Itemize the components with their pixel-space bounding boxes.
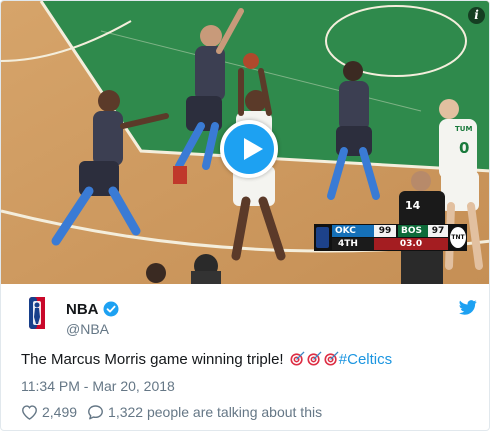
user-handle[interactable]: @NBA	[66, 320, 109, 338]
bullseye-emoji-icon	[324, 351, 339, 366]
hashtag-link[interactable]: #Celtics	[339, 351, 392, 368]
home-score: 97	[428, 225, 448, 237]
game-clock: 03.0	[374, 238, 448, 250]
tweet-text: The Marcus Morris game winning triple! #…	[21, 350, 392, 370]
play-icon	[244, 138, 263, 160]
period: 4TH	[332, 238, 374, 250]
referee-number: 14	[405, 199, 421, 212]
tweet-text-body: The Marcus Morris game winning triple!	[21, 351, 288, 368]
video-player[interactable]: i TUM 0 14 OKC 99 BOS 97 4TH 03.0 TNT	[1, 1, 489, 284]
tweet-card: i TUM 0 14 OKC 99 BOS 97 4TH 03.0 TNT NB…	[0, 0, 490, 431]
like-count: 2,499	[42, 404, 78, 420]
timestamp-link[interactable]: 11:34 PM - Mar 20, 2018	[21, 377, 175, 395]
talking-about-text: 1,322 people are talking about this	[108, 404, 323, 420]
conversation-link[interactable]: 1,322 people are talking about this	[87, 403, 322, 421]
away-team: OKC	[332, 225, 374, 237]
away-score: 99	[374, 225, 396, 237]
display-name[interactable]: NBA	[66, 301, 119, 319]
tweet-actions: 2,499 1,322 people are talking about thi…	[21, 403, 322, 421]
jersey-name: TUM	[455, 125, 473, 133]
display-name-text: NBA	[66, 301, 99, 318]
heart-icon	[22, 405, 37, 420]
avatar[interactable]	[21, 297, 53, 329]
scoreboard: OKC 99 BOS 97 4TH 03.0 TNT	[314, 224, 467, 251]
info-icon[interactable]: i	[468, 7, 485, 24]
speech-bubble-icon	[88, 405, 103, 420]
home-team: BOS	[398, 225, 428, 237]
bullseye-emoji-icon	[290, 351, 305, 366]
play-button[interactable]	[220, 120, 278, 178]
bullseye-emoji-icon	[307, 351, 322, 366]
like-button[interactable]: 2,499	[21, 403, 77, 421]
jersey-number: 0	[459, 139, 470, 157]
verified-badge-icon	[103, 301, 118, 317]
twitter-bird-icon[interactable]	[459, 300, 477, 315]
network-logo: TNT	[450, 227, 466, 248]
league-logo-icon	[316, 227, 329, 248]
